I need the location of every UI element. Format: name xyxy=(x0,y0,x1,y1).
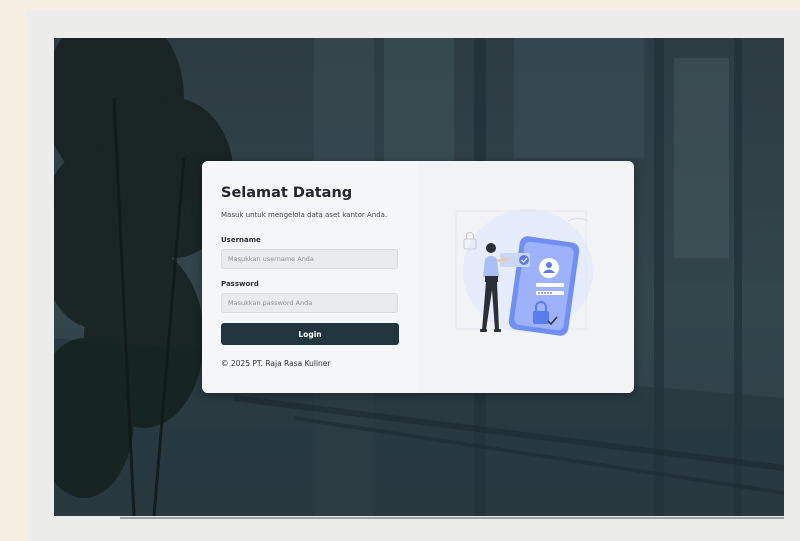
page-subtitle: Masuk untuk mengelola data aset kantor A… xyxy=(221,211,388,219)
person-securing-phone-login-illustration xyxy=(455,209,593,336)
screen-shadow xyxy=(120,517,784,519)
login-form-panel: Selamat Datang Masuk untuk mengelola dat… xyxy=(202,161,418,393)
login-button[interactable]: Login xyxy=(221,323,399,345)
copyright-footer: © 2025 PT. Raja Rasa Kuliner xyxy=(221,359,331,368)
username-label: Username xyxy=(221,236,261,244)
password-input[interactable] xyxy=(221,293,398,313)
illustration-panel xyxy=(418,161,634,393)
page-title: Selamat Datang xyxy=(221,185,353,201)
password-label: Password xyxy=(221,280,259,288)
login-card: Selamat Datang Masuk untuk mengelola dat… xyxy=(202,161,634,393)
username-input[interactable] xyxy=(221,249,398,269)
